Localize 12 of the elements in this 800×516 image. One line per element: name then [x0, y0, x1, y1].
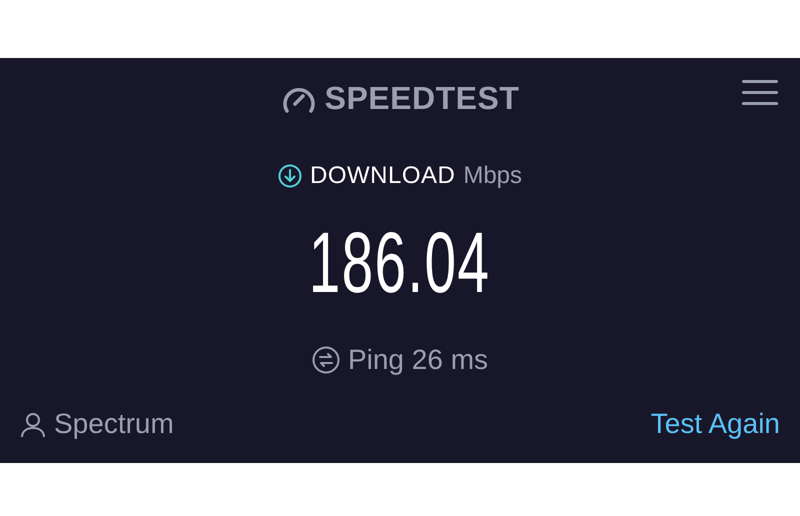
menu-icon	[742, 80, 778, 105]
user-icon	[20, 410, 46, 438]
menu-button[interactable]	[742, 80, 778, 105]
app-logo: SPEEDTEST	[324, 82, 520, 114]
unit-label: Mbps	[463, 164, 522, 188]
provider-name: Spectrum	[54, 410, 174, 438]
download-label: DOWNLOAD	[310, 164, 456, 188]
speed-value: 186.04	[309, 220, 491, 306]
download-icon	[278, 164, 302, 188]
test-again-link[interactable]: Test Again	[650, 410, 780, 438]
ping-icon	[312, 346, 340, 374]
ping-text: Ping 26 ms	[348, 346, 488, 374]
